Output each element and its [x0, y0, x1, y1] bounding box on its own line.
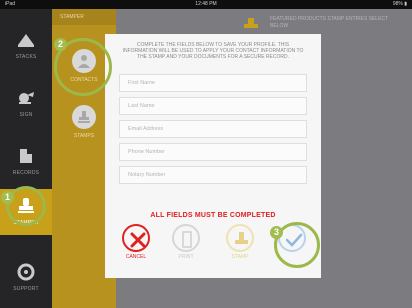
- email-field[interactable]: Email Address: [119, 120, 307, 138]
- modal-intro-text: COMPLETE THE FIELDS BELOW TO SAVE YOUR P…: [122, 42, 304, 60]
- last-name-field[interactable]: Last Name: [119, 97, 307, 115]
- stamp-button[interactable]: STAMP: [223, 224, 257, 260]
- cancel-button[interactable]: CANCEL: [119, 224, 153, 260]
- sidebar-item-label: STACKS: [15, 54, 37, 60]
- panel-item-label: STAMPS: [73, 133, 95, 139]
- sidebar-item-label: SIGN: [19, 112, 33, 118]
- print-icon: [172, 224, 200, 252]
- sign-icon: [15, 87, 37, 109]
- clock-label: 12:48 PM: [195, 1, 217, 7]
- records-icon: [15, 145, 37, 167]
- sidebar-item-label: RECORDS: [12, 170, 40, 176]
- battery-label: 98% ▮: [392, 1, 407, 7]
- stack-icon: [15, 29, 37, 51]
- print-button[interactable]: PRINT: [169, 224, 203, 260]
- callout-badge-1: 1: [1, 191, 14, 204]
- first-name-field[interactable]: First Name: [119, 74, 307, 92]
- sidebar-item-label: SUPPORT: [13, 286, 39, 292]
- status-bar: iPad 12:48 PM 98% ▮: [0, 0, 412, 9]
- callout-badge-3: 3: [270, 226, 283, 239]
- sidebar-item-stacks[interactable]: STACKS: [0, 23, 52, 69]
- print-label: PRINT: [178, 254, 194, 260]
- phone-field[interactable]: Phone Number: [119, 143, 307, 161]
- sidebar-item-support[interactable]: SUPPORT: [0, 255, 52, 301]
- stamp-icon: [244, 18, 258, 28]
- callout-badge-2: 2: [54, 38, 67, 51]
- stamp-label: STAMP: [231, 254, 249, 260]
- sidebar-item-records[interactable]: RECORDS: [0, 139, 52, 185]
- content-label: FEATURED PRODUCTS STAMP ENTRIES SELECT B…: [270, 16, 388, 29]
- stamp-icon: [72, 105, 96, 129]
- support-icon: [15, 261, 37, 283]
- sidebar: STACKS SIGN RECORDS STAMPER SUPPORT: [0, 9, 52, 308]
- stamp-icon: [226, 224, 254, 252]
- close-icon: [122, 224, 150, 252]
- sidebar-item-sign[interactable]: SIGN: [0, 81, 52, 127]
- cancel-label: CANCEL: [125, 254, 147, 260]
- error-message: ALL FIELDS MUST BE COMPLETED: [150, 212, 276, 219]
- panel-header: STAMPER: [52, 9, 116, 25]
- notary-number-field[interactable]: Notary Number: [119, 166, 307, 184]
